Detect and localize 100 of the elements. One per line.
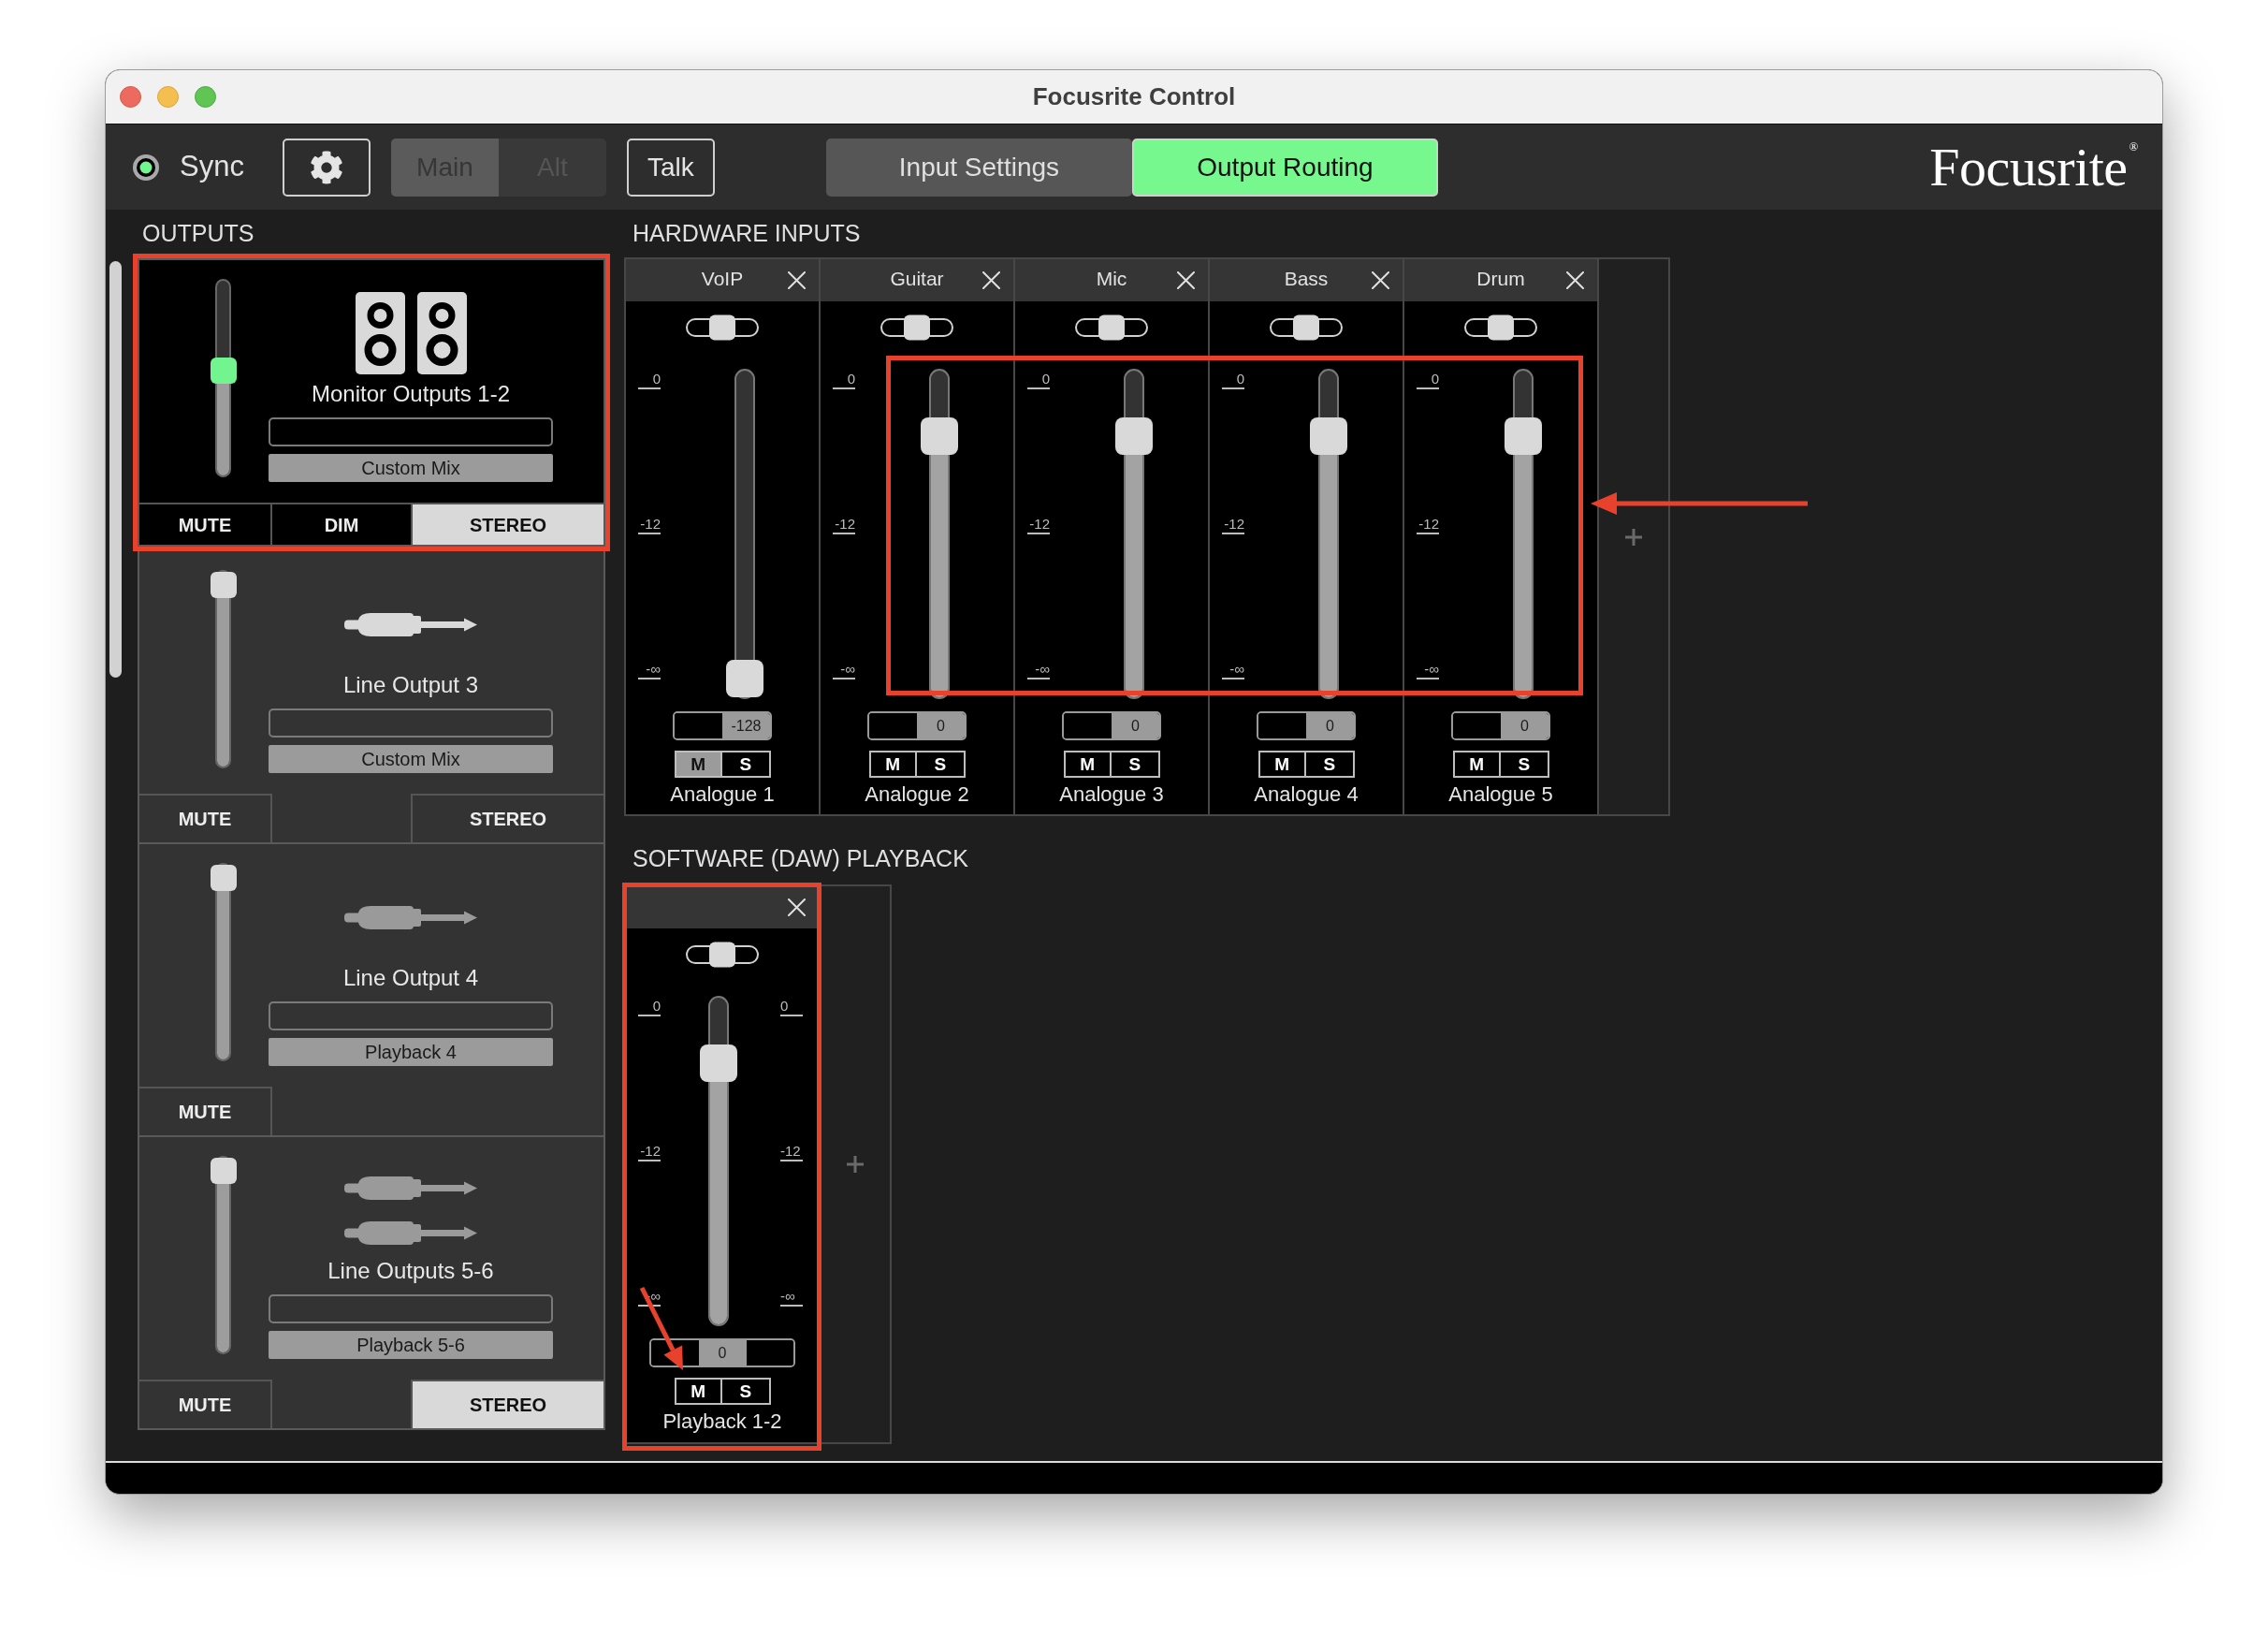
pan-slider[interactable] [880,317,953,337]
pan-slider[interactable] [1270,317,1343,337]
stereo-button[interactable]: STEREO [411,794,603,842]
fader-thumb[interactable] [700,1044,737,1082]
fader-thumb[interactable] [1505,416,1542,455]
view-tab[interactable]: Input Settings [825,138,1132,197]
pan-thumb[interactable] [1293,314,1319,340]
channel-name: Analogue 4 [1254,782,1359,807]
value-field[interactable]: 0 [867,711,967,740]
mute-button[interactable]: MUTE [139,1380,272,1428]
value-field[interactable]: 0 [1257,711,1356,740]
mix-source-button[interactable]: Playback 5-6 [269,1331,553,1359]
mute-button[interactable]: MUTE [139,794,272,842]
value-field[interactable]: 0 [1062,711,1161,740]
channel-title: Bass [1284,266,1329,291]
slider-thumb[interactable] [210,865,237,891]
close-icon[interactable] [788,271,806,289]
name-field[interactable] [269,708,553,738]
value-field[interactable]: -128 [673,711,772,740]
scrollbar[interactable] [109,261,122,678]
scale-label: -∞ [1417,661,1439,679]
pan-thumb[interactable] [709,314,735,340]
channel-name: Analogue 1 [670,782,775,807]
add-icon[interactable] [847,1156,864,1173]
scale-label: -12 [833,516,855,534]
channel-name: Analogue 2 [865,782,969,807]
pan-thumb[interactable] [1098,314,1125,340]
stereo-button[interactable]: STEREO [411,503,603,545]
output-card[interactable]: Line Outputs 5-6 Playback 5-6 MUTE STEREO [138,1137,605,1430]
close-window-button[interactable] [120,86,141,108]
fader-thumb[interactable] [1310,416,1347,455]
channel-title: Drum [1476,266,1525,291]
close-icon[interactable] [982,271,1000,289]
mix-source-button[interactable]: Custom Mix [269,454,553,482]
fader-thumb[interactable] [921,416,958,455]
slider-thumb[interactable] [210,572,237,598]
scale-label: 0 [638,998,661,1016]
section-title: OUTPUTS [142,219,254,249]
stereo-button[interactable]: STEREO [411,1380,603,1428]
scale-label: -12 [638,516,661,534]
talk-button[interactable]: Talk [626,138,715,197]
output-name: Monitor Outputs 1-2 [311,380,511,408]
pan-thumb[interactable] [1488,314,1514,340]
fader-thumb[interactable] [1115,416,1153,455]
scale-label: 0 [780,998,803,1016]
pan-slider[interactable] [1075,317,1148,337]
scale-label: -∞ [780,1288,803,1307]
settings-icon [309,150,343,184]
pan-slider[interactable] [686,944,759,964]
scale-label: -∞ [1222,661,1244,679]
output-card[interactable]: Line Output 3 Custom Mix MUTE STEREO [138,551,605,844]
close-icon[interactable] [1566,271,1584,289]
brand-logo: Focusrite$^{®}$ [1929,139,2138,195]
close-icon[interactable] [1372,271,1389,289]
mute-button[interactable]: MUTE [139,1087,272,1135]
pan-slider[interactable] [686,317,759,337]
value-field[interactable]: 0 [1451,711,1550,740]
scale-label: -12 [638,1143,661,1161]
view-tab[interactable]: Output Routing [1131,138,1438,197]
slider-thumb[interactable] [210,1158,237,1184]
scale-label: 0 [833,371,855,389]
name-field[interactable] [269,1001,553,1030]
pan-thumb[interactable] [709,942,735,967]
channel-name: Analogue 3 [1059,782,1164,807]
scale-label: 0 [1417,371,1439,389]
scale-label: 0 [638,371,661,389]
name-field[interactable] [269,1294,553,1323]
scale-label: -12 [780,1143,803,1161]
scale-label: 0 [1027,371,1050,389]
scale-label: -12 [1417,516,1439,534]
section-title: HARDWARE INPUTS [632,218,861,248]
fader-thumb[interactable] [726,660,763,697]
slider-thumb[interactable] [210,357,237,384]
sync-button[interactable]: Sync [133,145,244,189]
scale-label: 0 [1222,371,1244,389]
output-card[interactable]: Monitor Outputs 1-2 Custom Mix MUTE DIM STEREO [138,258,605,547]
close-icon[interactable] [1177,271,1195,289]
channel-name: Playback 1-2 [662,1410,782,1434]
section-title: SOFTWARE (DAW) PLAYBACK [632,844,968,872]
mute-button[interactable]: MUTE [139,503,272,545]
mute-button[interactable]: M [676,752,722,776]
window-title: Focusrite Control [1032,81,1236,112]
mix-source-button[interactable]: Custom Mix [269,745,553,773]
output-card[interactable]: Line Output 4 Playback 4 MUTE [138,844,605,1137]
pan-slider[interactable] [1464,317,1537,337]
channel-name: Analogue 5 [1448,782,1553,807]
name-field[interactable] [269,417,553,446]
pan-thumb[interactable] [904,314,930,340]
scale-label: -∞ [833,661,855,679]
close-icon[interactable] [788,898,806,916]
channel-title: VoIP [701,266,744,291]
channel-title: Guitar [890,266,944,291]
scale-label: -∞ [1027,661,1050,679]
settings-button[interactable] [282,138,371,197]
scale-label: -12 [1027,516,1050,534]
scale-label: -∞ [638,661,661,679]
add-icon[interactable] [1625,528,1642,546]
channel-title: Mic [1096,266,1127,291]
value-field[interactable]: 0 [649,1338,795,1367]
mix-source-button[interactable]: Playback 4 [269,1038,553,1066]
